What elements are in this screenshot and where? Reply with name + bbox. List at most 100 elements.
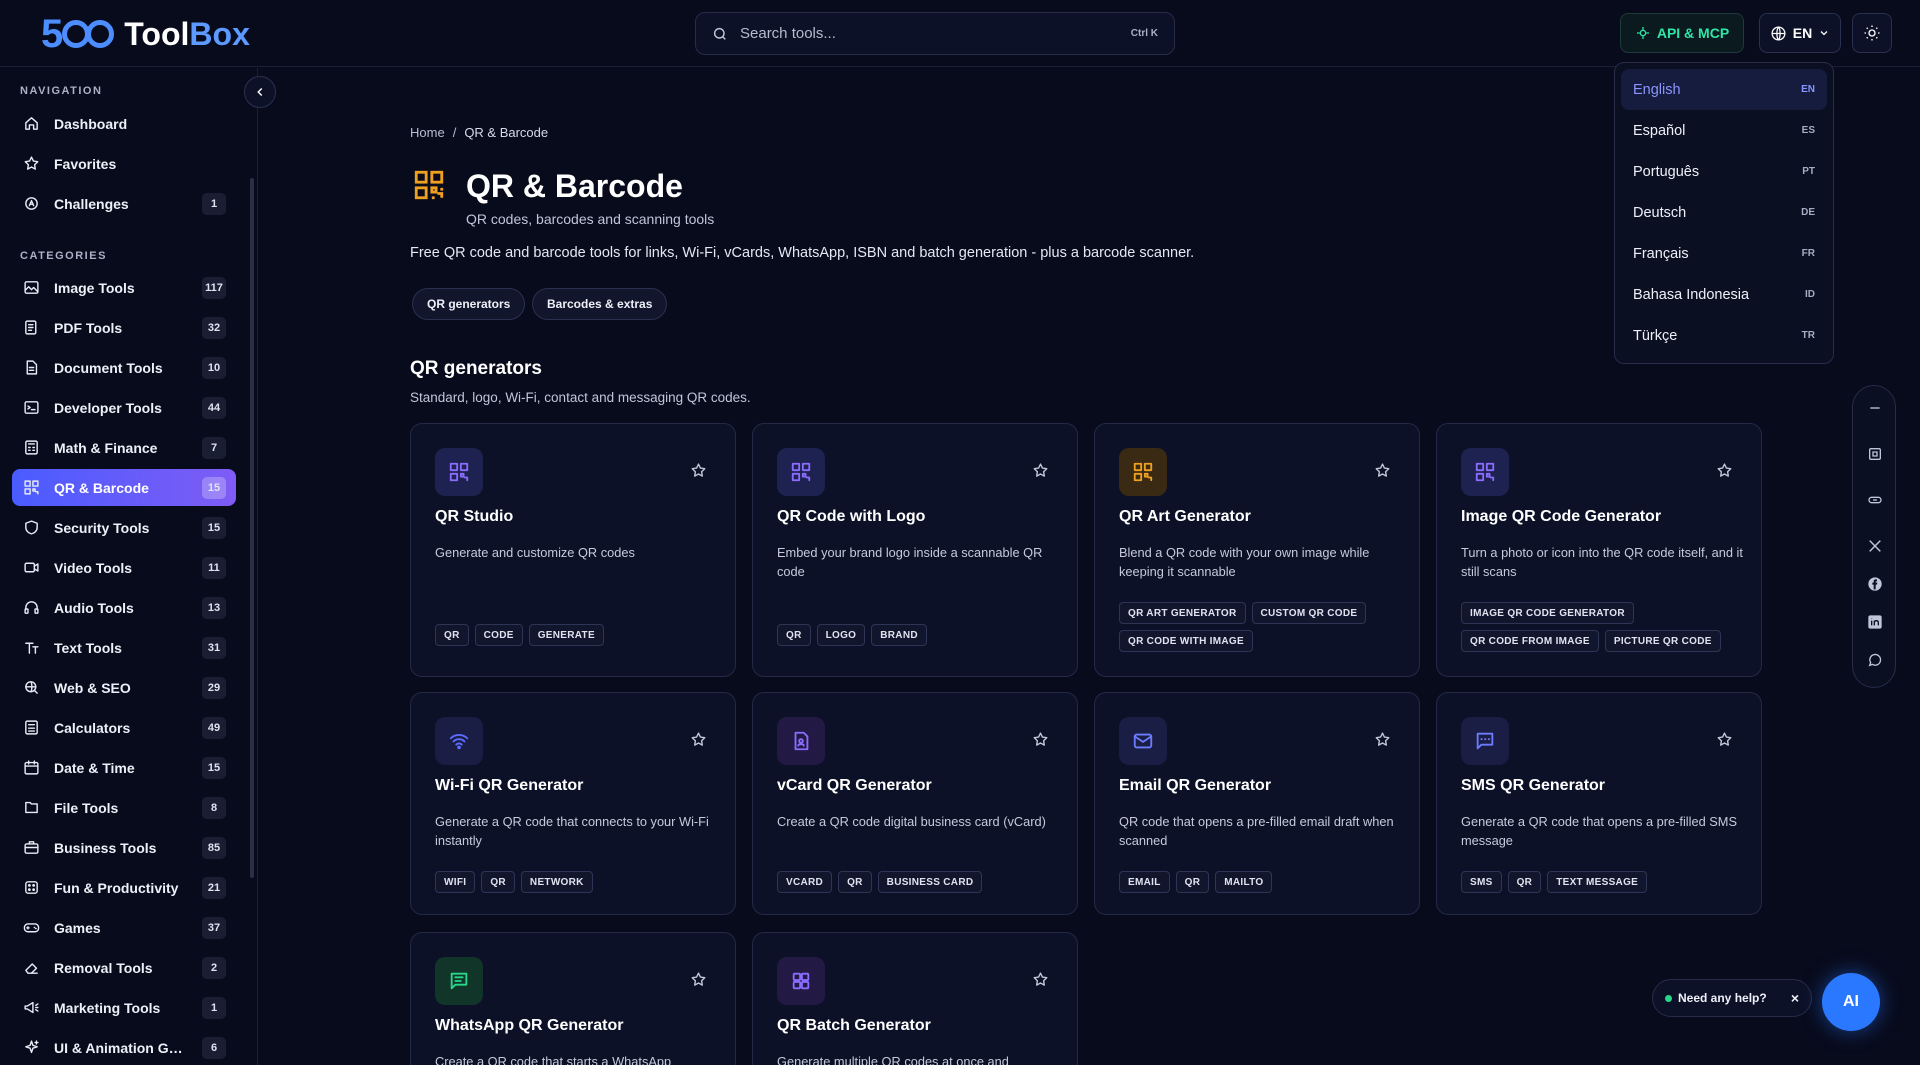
language-option-id[interactable]: Bahasa Indonesia ID <box>1621 274 1827 315</box>
sidebar-item-favorites[interactable]: Favorites <box>12 145 236 182</box>
language-option-de[interactable]: Deutsch DE <box>1621 192 1827 233</box>
sidebar-item-dashboard[interactable]: Dashboard <box>12 105 236 142</box>
sidebar-item-fun-productivity[interactable]: Fun & Productivity 21 <box>12 869 236 906</box>
tool-card[interactable]: Image QR Code Generator Turn a photo or i… <box>1436 423 1762 677</box>
favorite-star-icon[interactable] <box>1032 971 1049 988</box>
search-input[interactable] <box>740 25 1119 42</box>
qr-share-icon[interactable] <box>1865 444 1885 464</box>
tool-card[interactable]: QR Batch Generator Generate multiple QR c… <box>752 932 1078 1065</box>
search-bar[interactable]: Ctrl K <box>695 12 1175 55</box>
sidebar-item-file-tools[interactable]: File Tools 8 <box>12 789 236 826</box>
tag-chip[interactable]: EMAIL <box>1119 871 1170 893</box>
tag-chip[interactable]: PICTURE QR CODE <box>1604 630 1721 652</box>
language-option-en[interactable]: English EN <box>1621 69 1827 110</box>
favorite-star-icon[interactable] <box>1032 731 1049 748</box>
help-bubble[interactable]: Need any help? × <box>1652 979 1812 1017</box>
minus-icon[interactable] <box>1865 398 1885 418</box>
tag-chip[interactable]: QR CODE WITH IMAGE <box>1119 630 1253 652</box>
sidebar-item-removal-tools[interactable]: Removal Tools 2 <box>12 949 236 986</box>
sidebar-item-text-tools[interactable]: Text Tools 31 <box>12 629 236 666</box>
tool-card[interactable]: vCard QR Generator Create a QR code digit… <box>752 692 1078 915</box>
favorite-star-icon[interactable] <box>1716 462 1733 479</box>
tool-card[interactable]: QR Studio Generate and customize QR codes… <box>410 423 736 677</box>
sidebar-item-label: Calculators <box>54 719 131 736</box>
pill-qr-generators[interactable]: QR generators <box>412 288 526 320</box>
language-option-tr[interactable]: Türkçe TR <box>1621 315 1827 356</box>
help-close-icon[interactable]: × <box>1791 990 1799 1006</box>
tag-chip[interactable]: QR ART GENERATOR <box>1119 602 1246 624</box>
x-twitter-icon[interactable] <box>1865 536 1885 556</box>
language-name: Türkçe <box>1633 327 1678 344</box>
link-icon[interactable] <box>1865 490 1885 510</box>
sidebar-item-business-tools[interactable]: Business Tools 85 <box>12 829 236 866</box>
tool-card[interactable]: QR Code with Logo Embed your brand logo i… <box>752 423 1078 677</box>
sidebar-collapse-button[interactable] <box>244 76 276 108</box>
tag-chip[interactable]: IMAGE QR CODE GENERATOR <box>1461 602 1634 624</box>
shield-icon <box>22 519 40 537</box>
whatsapp-icon[interactable] <box>1865 650 1885 670</box>
favorite-star-icon[interactable] <box>690 731 707 748</box>
tag-chip[interactable]: LOGO <box>816 624 866 646</box>
sidebar-item-math-finance[interactable]: Math & Finance 7 <box>12 429 236 466</box>
tag-chip[interactable]: GENERATE <box>528 624 604 646</box>
tag-chip[interactable]: WIFI <box>435 871 476 893</box>
language-button[interactable]: EN <box>1759 13 1841 53</box>
tag-chip[interactable]: QR <box>1175 871 1210 893</box>
favorite-star-icon[interactable] <box>690 462 707 479</box>
sidebar-item-audio-tools[interactable]: Audio Tools 13 <box>12 589 236 626</box>
tag-chip[interactable]: QR <box>481 871 515 893</box>
pill-barcodes-extras[interactable]: Barcodes & extras <box>532 288 668 320</box>
sidebar-item-calculators[interactable]: Calculators 49 <box>12 709 236 746</box>
favorite-star-icon[interactable] <box>690 971 707 988</box>
tag-chip[interactable]: MAILTO <box>1215 871 1273 893</box>
breadcrumb-home-link[interactable]: Home <box>410 125 445 140</box>
sidebar-item-marketing-tools[interactable]: Marketing Tools 1 <box>12 989 236 1026</box>
tool-card[interactable]: Wi-Fi QR Generator Generate a QR code tha… <box>410 692 736 915</box>
language-option-pt[interactable]: Português PT <box>1621 151 1827 192</box>
language-option-es[interactable]: Español ES <box>1621 110 1827 151</box>
tag-chip[interactable]: TEXT MESSAGE <box>1547 871 1648 893</box>
tag-chip[interactable]: QR <box>1507 871 1542 893</box>
sidebar-item-games[interactable]: Games 37 <box>12 909 236 946</box>
facebook-icon[interactable] <box>1865 574 1885 594</box>
sidebar-item-ui-animation-gen[interactable]: UI & Animation Gen... 6 <box>12 1029 236 1065</box>
sidebar-item-date-time[interactable]: Date & Time 15 <box>12 749 236 786</box>
tag-chip[interactable]: QR CODE FROM IMAGE <box>1461 630 1599 652</box>
sidebar-item-image-tools[interactable]: Image Tools 117 <box>12 269 236 306</box>
tool-card[interactable]: WhatsApp QR Generator Create a QR code th… <box>410 932 736 1065</box>
favorite-star-icon[interactable] <box>1032 462 1049 479</box>
theme-toggle-button[interactable] <box>1852 13 1892 53</box>
sidebar-scrollbar[interactable] <box>250 178 254 878</box>
sidebar-item-label: Removal Tools <box>54 959 153 976</box>
api-mcp-button[interactable]: API & MCP <box>1620 13 1744 53</box>
sidebar-item-qr-barcode[interactable]: QR & Barcode 15 <box>12 469 236 506</box>
sidebar-item-web-seo[interactable]: Web & SEO 29 <box>12 669 236 706</box>
tag-chip[interactable]: CUSTOM QR CODE <box>1251 602 1367 624</box>
tag-chip[interactable]: SMS <box>1461 871 1502 893</box>
tool-card[interactable]: QR Art Generator Blend a QR code with you… <box>1094 423 1420 677</box>
tag-chip[interactable]: QR <box>435 624 469 646</box>
tag-chip[interactable]: NETWORK <box>520 871 593 893</box>
sidebar-item-video-tools[interactable]: Video Tools 11 <box>12 549 236 586</box>
favorite-star-icon[interactable] <box>1716 731 1733 748</box>
sidebar-item-document-tools[interactable]: Document Tools 10 <box>12 349 236 386</box>
ai-assistant-button[interactable]: AI <box>1822 973 1880 1031</box>
tag-chip[interactable]: QR <box>838 871 872 893</box>
tool-card[interactable]: SMS QR Generator Generate a QR code that … <box>1436 692 1762 915</box>
qr-icon <box>435 448 483 496</box>
language-option-fr[interactable]: Français FR <box>1621 233 1827 274</box>
sidebar-item-security-tools[interactable]: Security Tools 15 <box>12 509 236 546</box>
tag-chip[interactable]: VCARD <box>777 871 833 893</box>
tag-chip[interactable]: BRAND <box>871 624 927 646</box>
tag-chip[interactable]: BUSINESS CARD <box>877 871 983 893</box>
tag-chip[interactable]: QR <box>777 624 811 646</box>
sidebar-item-challenges[interactable]: Challenges 1 <box>12 185 236 222</box>
tag-chip[interactable]: CODE <box>474 624 523 646</box>
tool-card[interactable]: Email QR Generator QR code that opens a p… <box>1094 692 1420 915</box>
linkedin-icon[interactable] <box>1865 612 1885 632</box>
favorite-star-icon[interactable] <box>1374 731 1391 748</box>
sidebar-item-developer-tools[interactable]: Developer Tools 44 <box>12 389 236 426</box>
favorite-star-icon[interactable] <box>1374 462 1391 479</box>
logo[interactable]: 5 ToolBox <box>41 12 250 56</box>
sidebar-item-pdf-tools[interactable]: PDF Tools 32 <box>12 309 236 346</box>
